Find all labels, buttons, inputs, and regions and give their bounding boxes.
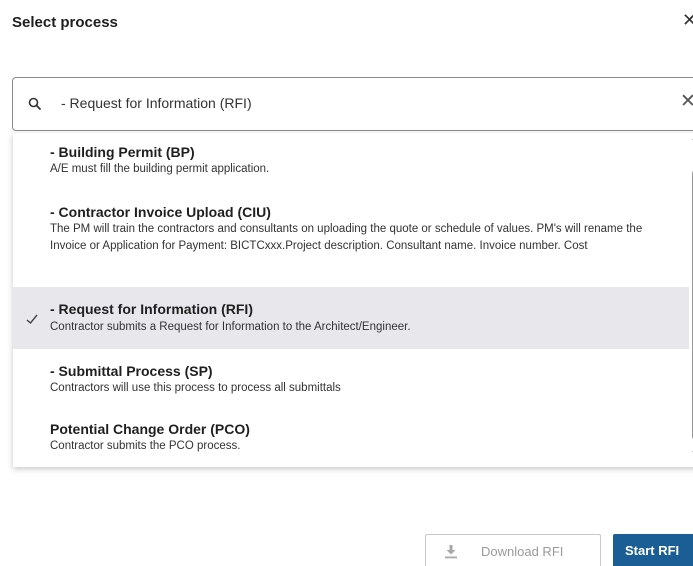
process-dropdown-list: - Building Permit (BP) A/E must fill the…: [13, 133, 693, 467]
download-rfi-button[interactable]: Download RFI: [425, 534, 601, 566]
option-description: Contractor submits a Request for Informa…: [50, 321, 411, 333]
option-description: A/E must fill the building permit applic…: [50, 163, 270, 175]
clear-icon[interactable]: ✕: [680, 90, 693, 113]
option-potential-change-order[interactable]: Potential Change Order (PCO) Contractor …: [13, 409, 689, 467]
option-submittal-process[interactable]: - Submittal Process (SP) Contractors wil…: [13, 349, 689, 409]
start-rfi-button[interactable]: Start RFI: [613, 534, 693, 566]
option-title: - Submittal Process (SP): [50, 363, 213, 379]
download-rfi-label: Download RFI: [481, 544, 564, 559]
option-description: The PM will train the contractors and co…: [50, 223, 643, 252]
option-contractor-invoice-upload[interactable]: - Contractor Invoice Upload (CIU) The PM…: [13, 183, 689, 287]
option-description: Contractor submits the PCO process.: [50, 440, 241, 452]
option-building-permit[interactable]: - Building Permit (BP) A/E must fill the…: [13, 133, 689, 183]
start-rfi-label: Start RFI: [625, 543, 680, 558]
option-description: Contractors will use this process to pro…: [50, 382, 341, 394]
option-title: Potential Change Order (PCO): [50, 421, 250, 437]
close-icon[interactable]: ✕: [682, 10, 693, 30]
checkmark-icon: [26, 314, 38, 324]
process-search-input[interactable]: - Request for Information (RFI) ✕: [12, 77, 693, 131]
dialog-title: Select process: [12, 14, 118, 31]
select-process-dialog: Select process ✕ - Request for Informati…: [0, 0, 693, 566]
search-value[interactable]: - Request for Information (RFI): [61, 95, 252, 111]
search-icon: [28, 97, 41, 110]
option-title: - Contractor Invoice Upload (CIU): [50, 204, 271, 220]
option-title: - Building Permit (BP): [50, 144, 195, 160]
option-request-for-information[interactable]: - Request for Information (RFI) Contract…: [13, 287, 689, 349]
download-icon: [445, 545, 457, 559]
option-title: - Request for Information (RFI): [50, 301, 253, 317]
